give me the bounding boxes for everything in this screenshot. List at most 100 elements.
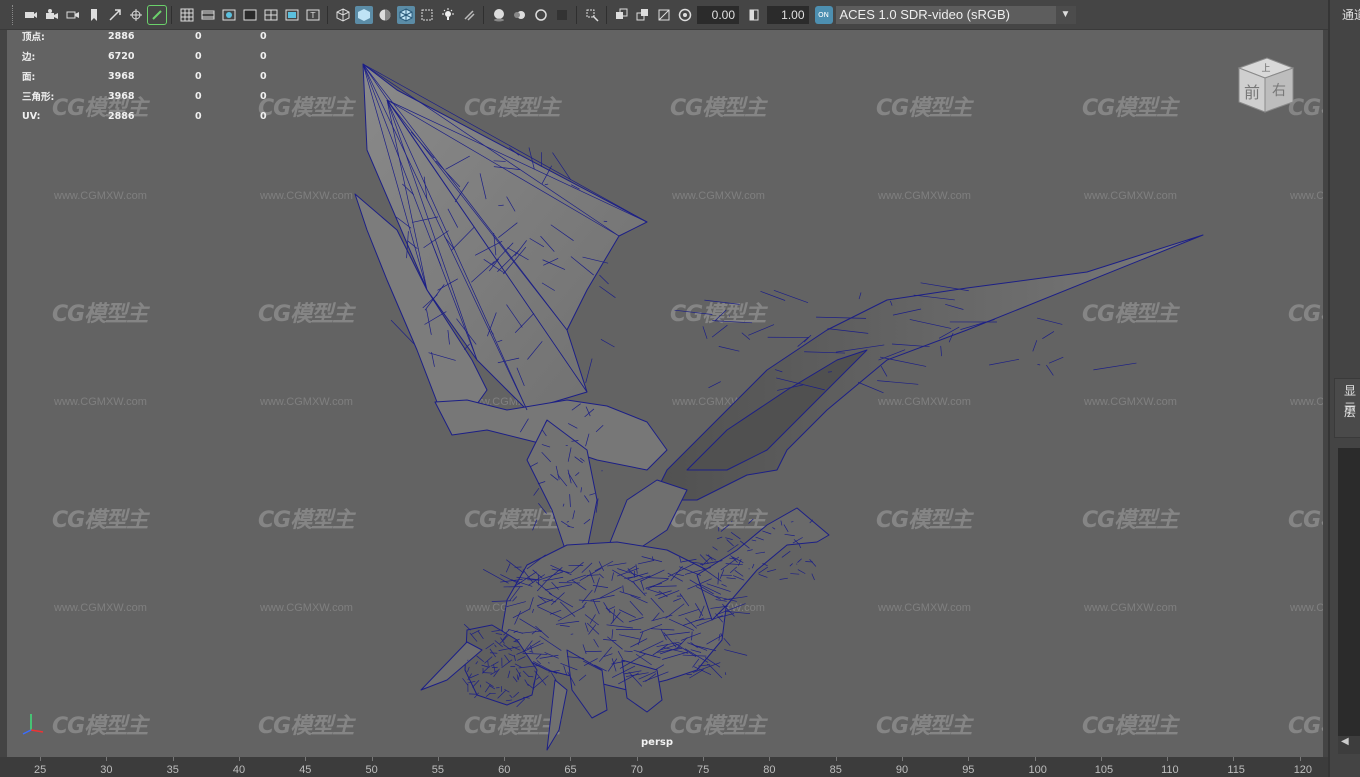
wing-wire-edge <box>857 381 884 394</box>
ruler-tick-mark <box>769 757 771 761</box>
wing-wire-edge <box>1037 317 1063 325</box>
toolbar-separator <box>606 5 607 24</box>
body-wire-edge <box>550 672 557 681</box>
tail-wire-edge <box>720 524 730 532</box>
layer-list[interactable] <box>1338 448 1360 748</box>
chevron-down-icon[interactable]: ▼ <box>1055 5 1076 24</box>
ruler-tick-mark <box>371 757 373 761</box>
wing-wire-edge <box>599 285 616 298</box>
resolution-gate-icon[interactable] <box>220 6 238 24</box>
body-wire-edge <box>505 563 511 573</box>
tail-wire-edge <box>789 563 793 567</box>
motion-blur-icon[interactable] <box>511 6 529 24</box>
arm-wire-edge <box>533 488 540 496</box>
ruler-tick-mark <box>703 757 704 761</box>
color-space-value: ACES 1.0 SDR-video (sRGB) <box>839 7 1011 22</box>
ruler-tick-label: 105 <box>1094 764 1114 776</box>
xray-joints-icon[interactable] <box>613 6 631 24</box>
tail-wire-edge <box>758 573 768 578</box>
color-space-dropdown[interactable]: ACES 1.0 SDR-video (sRGB) ▼ <box>835 5 1076 24</box>
hud-stat-value: 0 <box>195 90 202 102</box>
body-wire-edge <box>723 637 731 646</box>
channel-box-panel: 通道 显示 层 ◀ <box>1328 0 1360 777</box>
safe-title-icon[interactable]: T <box>304 6 322 24</box>
ruler-tick-label: 95 <box>962 764 975 776</box>
layers-menu[interactable]: 层 <box>1344 403 1356 420</box>
depth-of-field-icon[interactable] <box>553 6 571 24</box>
viewcube-top-label[interactable]: 上 <box>1261 63 1270 74</box>
field-chart-icon[interactable] <box>262 6 280 24</box>
hud-stat-label: 边: <box>22 52 36 63</box>
hud-stat-value: 0 <box>260 70 267 82</box>
bookmark-icon[interactable] <box>85 6 103 24</box>
ruler-tick-label: 85 <box>829 764 842 776</box>
safe-action-icon[interactable] <box>283 6 301 24</box>
wing-wire-edge <box>773 289 809 303</box>
toolbar-grip[interactable] <box>12 4 16 25</box>
wing-wire-edge <box>704 299 740 305</box>
hud-stat-value: 0 <box>195 70 202 82</box>
ruler-tick-label: 90 <box>895 764 909 776</box>
gamma-icon[interactable] <box>745 6 763 24</box>
tail-wire-edge <box>779 577 788 580</box>
toolbar-separator <box>483 5 484 24</box>
viewcube-right-label[interactable]: 右 <box>1272 83 1286 99</box>
tail-wire-edge <box>798 543 802 549</box>
lights-icon[interactable] <box>439 6 457 24</box>
time-slider[interactable]: 25 30 35 40 45 50 55 60 65 70 75 80 85 90 95 100 105 110 1… <box>0 757 1328 777</box>
dragon-wireframe-model[interactable] <box>7 30 1323 757</box>
layer-scroll-left-icon[interactable]: ◀ <box>1338 736 1360 754</box>
wing-wire-edge <box>702 326 708 339</box>
hud-stat-label: 面: <box>22 72 36 83</box>
camera-select-icon[interactable] <box>22 6 40 24</box>
ruler-tick-mark <box>1167 757 1169 761</box>
camera-bookmark-icon[interactable] <box>64 6 82 24</box>
ruler-tick-mark <box>1034 757 1036 761</box>
head-wire-edge <box>463 623 471 631</box>
hud-row: 面: 3968 0 0 <box>22 66 300 86</box>
gate-mask-icon[interactable] <box>241 6 259 24</box>
ruler-tick-label: 115 <box>1227 764 1245 776</box>
channel-box-tab[interactable]: 通道 <box>1342 6 1360 23</box>
backface-culling-icon[interactable] <box>655 6 673 24</box>
camera-attributes-icon[interactable] <box>43 6 61 24</box>
viewcube-front-label[interactable]: 前 <box>1244 83 1260 102</box>
screen-space-ao-icon[interactable] <box>490 6 508 24</box>
exposure-icon[interactable] <box>676 6 694 24</box>
hud-stat-value: 0 <box>195 50 202 62</box>
hud-stat-value: 2886 <box>108 30 135 42</box>
ruler-tick-mark <box>1233 757 1235 761</box>
body-wire-edge <box>724 672 727 676</box>
shadows-icon[interactable] <box>460 6 478 24</box>
isolate-select-icon[interactable] <box>583 6 601 24</box>
gamma-field[interactable]: 1.00 <box>766 5 809 24</box>
ruler-tick-label: 65 <box>564 764 577 776</box>
arm-wire-edge <box>535 521 537 523</box>
tail-wire-edge <box>716 536 723 540</box>
ruler-tick-mark <box>968 757 970 761</box>
anti-aliasing-icon[interactable] <box>532 6 550 24</box>
exposure-field[interactable]: 0.00 <box>697 5 739 24</box>
hud-stat-value: 0 <box>260 30 267 42</box>
smooth-shade-icon[interactable] <box>354 5 373 24</box>
tail-wire-edge <box>781 550 791 558</box>
wireframe-on-shaded-icon[interactable] <box>396 5 415 24</box>
toolbar-separator <box>171 5 172 24</box>
ruler-tick-label: 40 <box>232 764 246 776</box>
grid-icon[interactable] <box>178 6 196 24</box>
ruler-tick-label: 55 <box>431 764 445 776</box>
wireframe-icon[interactable] <box>334 6 352 24</box>
grease-pencil-icon[interactable] <box>146 4 167 25</box>
head-wire-edge <box>462 678 469 686</box>
wing-wire-edge <box>714 309 727 322</box>
xray-icon[interactable] <box>418 6 436 24</box>
image-plane-icon[interactable] <box>106 6 124 24</box>
view-cube[interactable]: 上 前 右 <box>1229 50 1299 120</box>
default-material-icon[interactable] <box>376 6 394 24</box>
two-d-pan-zoom-icon[interactable] <box>127 6 145 24</box>
color-management-icon[interactable]: ON <box>814 5 833 24</box>
film-gate-icon[interactable] <box>199 6 217 24</box>
xray-active-icon[interactable] <box>634 6 652 24</box>
head-wire-edge <box>536 676 540 680</box>
perspective-viewport[interactable]: CG模型主CG模型主CG模型主CG模型主CG模型主CG模型主CG模型主CG模型主… <box>7 30 1323 757</box>
